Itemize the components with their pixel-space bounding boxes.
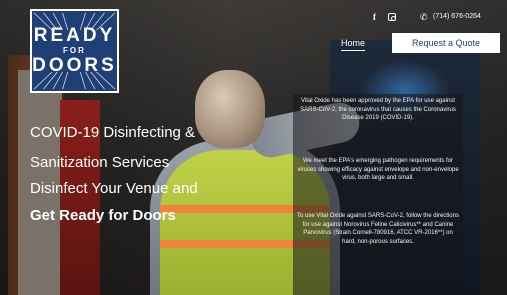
epa-approval-text: Vital Oxide has been approved by the EPA…	[300, 98, 456, 122]
facebook-icon[interactable]: f	[373, 12, 376, 22]
instagram-icon[interactable]	[388, 13, 396, 21]
hero-heading-line-2: Sanitization Services	[30, 154, 170, 171]
hero-heading-line-1: COVID-19 Disinfecting &	[30, 124, 196, 141]
request-quote-button[interactable]: Request a Quote	[392, 33, 500, 53]
pathogen-requirements-text: We meet the EPA's emerging pathogen requ…	[297, 158, 459, 182]
phone-number-link[interactable]: (714) 676-0264	[433, 12, 481, 22]
hero-heading-line-4: Get Ready for Doors	[30, 207, 176, 224]
info-panel	[293, 94, 463, 295]
logo-text-doors: DOORS	[32, 55, 117, 76]
site-logo[interactable]: READY FOR DOORS	[30, 9, 119, 93]
usage-directions-text: To use Vital Oxide against SARS-CoV-2, f…	[297, 213, 459, 245]
worker-head	[195, 70, 265, 148]
nav-home-link[interactable]: Home	[341, 37, 366, 51]
logo-text-ready: READY	[33, 25, 116, 46]
hero-heading-line-3: Disinfect Your Venue and	[30, 180, 198, 197]
phone-icon: ✆	[420, 12, 428, 22]
